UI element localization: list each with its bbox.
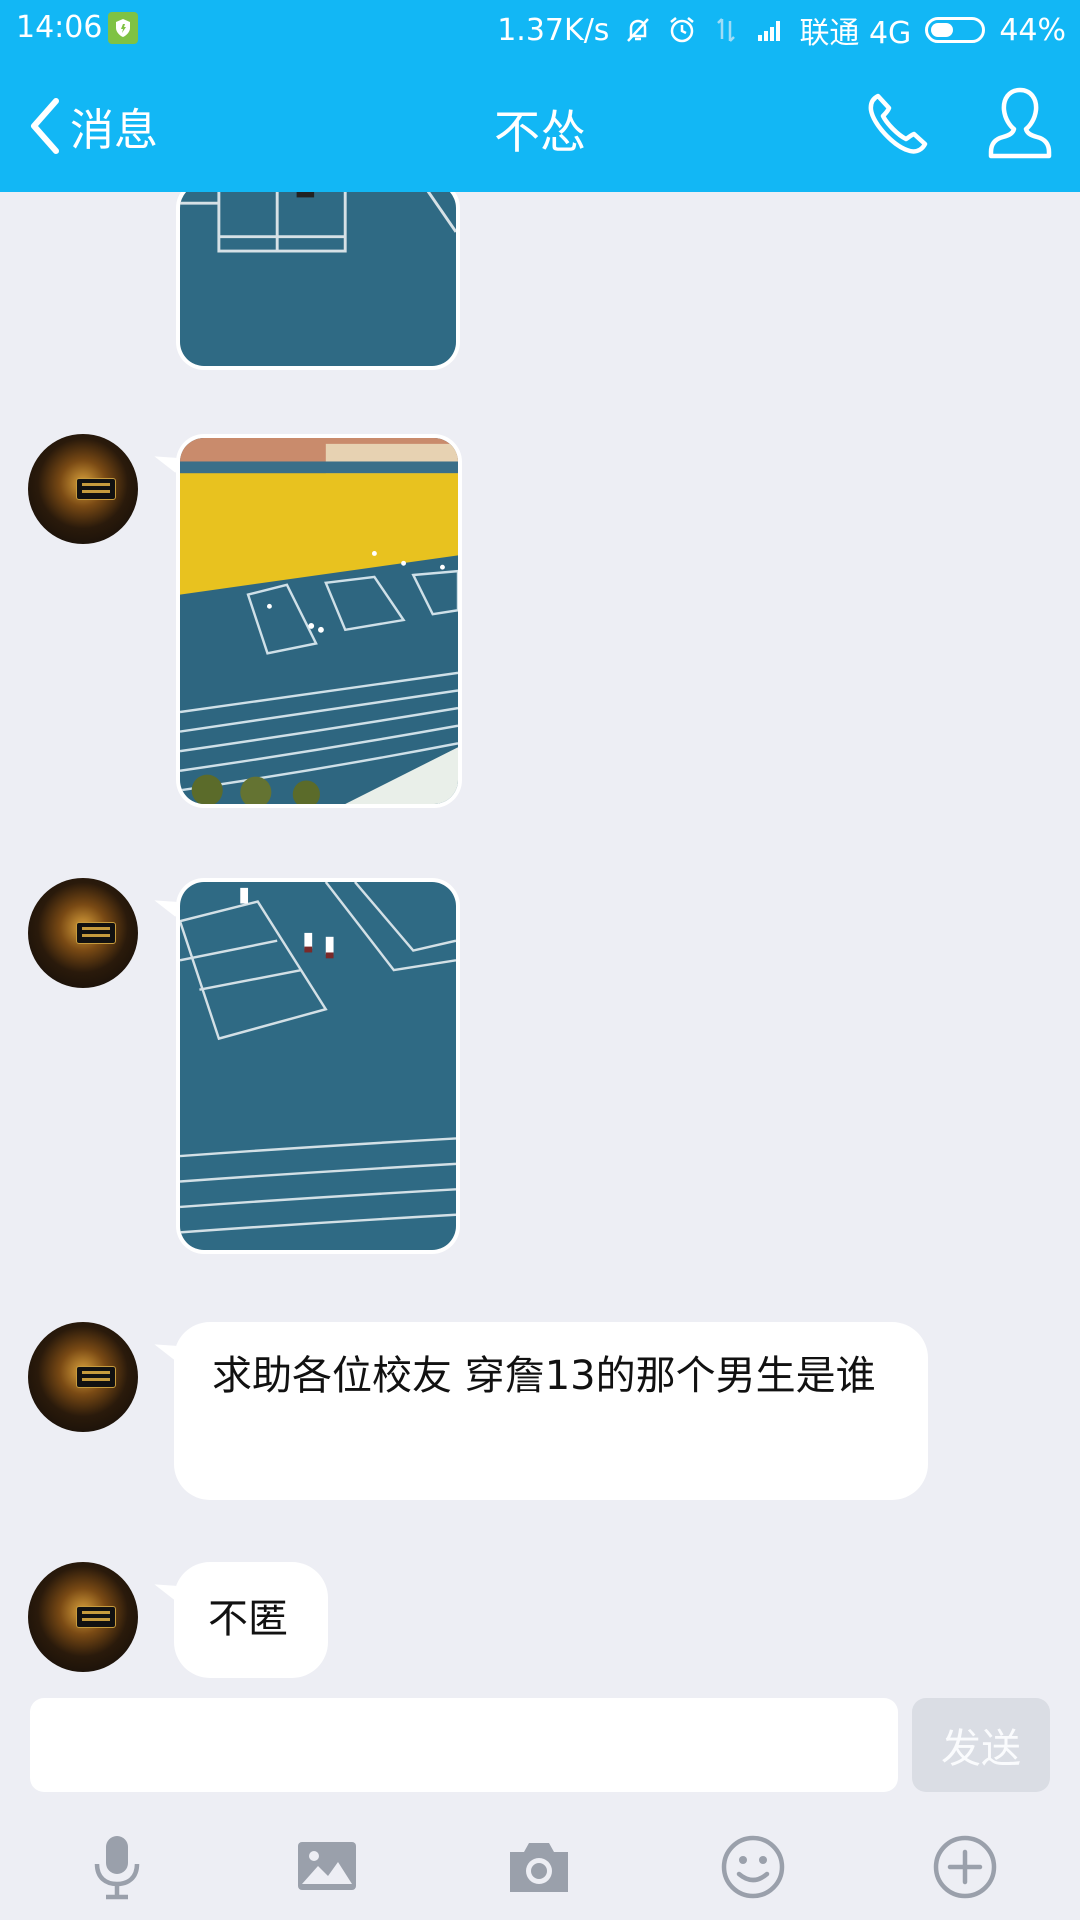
battery-percent: 44% bbox=[999, 12, 1066, 48]
field-photo bbox=[180, 438, 458, 804]
image-message[interactable] bbox=[176, 434, 462, 808]
image-message[interactable] bbox=[176, 878, 460, 1254]
avatar[interactable] bbox=[28, 1322, 138, 1432]
status-icons: 1.37K/s 联通 4G 44% bbox=[497, 8, 1066, 52]
security-shield-icon bbox=[108, 12, 138, 44]
image-message[interactable] bbox=[176, 192, 460, 370]
court-players-photo bbox=[180, 882, 456, 1250]
plus-icon[interactable] bbox=[930, 1832, 1000, 1902]
battery-icon bbox=[925, 17, 986, 43]
input-bar: 发送 bbox=[0, 1694, 1080, 1920]
avatar[interactable] bbox=[28, 1562, 138, 1672]
mute-bell-icon bbox=[627, 18, 650, 42]
message-text: 不匿 bbox=[208, 1596, 288, 1642]
status-time: 14:06 bbox=[16, 10, 103, 45]
avatar[interactable] bbox=[28, 878, 138, 988]
signal-icon bbox=[758, 21, 781, 41]
phone-call-icon[interactable] bbox=[864, 90, 932, 158]
avatar[interactable] bbox=[28, 434, 138, 544]
carrier-label: 联通 4G bbox=[799, 16, 912, 51]
alarm-icon bbox=[670, 17, 695, 43]
status-bar: 14:06 1.37K/s 联通 4G 44% bbox=[0, 0, 1080, 56]
microphone-icon[interactable] bbox=[82, 1832, 152, 1902]
text-message[interactable]: 不匿 bbox=[174, 1562, 328, 1678]
send-button[interactable]: 发送 bbox=[912, 1698, 1050, 1792]
message-text: 求助各位校友 穿詹13的那个男生是谁 bbox=[212, 1353, 876, 1399]
data-transfer-icon bbox=[717, 18, 736, 42]
chat-header: 消息 不怂 bbox=[0, 56, 1080, 192]
camera-icon[interactable] bbox=[504, 1832, 574, 1902]
message-input[interactable] bbox=[30, 1698, 898, 1792]
emoji-icon[interactable] bbox=[718, 1832, 788, 1902]
network-speed: 1.37K/s bbox=[497, 12, 610, 48]
contact-profile-icon[interactable] bbox=[985, 86, 1055, 160]
image-icon[interactable] bbox=[292, 1832, 362, 1902]
text-message[interactable]: 求助各位校友 穿詹13的那个男生是谁 bbox=[174, 1322, 928, 1500]
court-photo bbox=[180, 192, 456, 366]
message-list[interactable]: 求助各位校友 穿詹13的那个男生是谁 不匿 bbox=[0, 192, 1080, 1694]
